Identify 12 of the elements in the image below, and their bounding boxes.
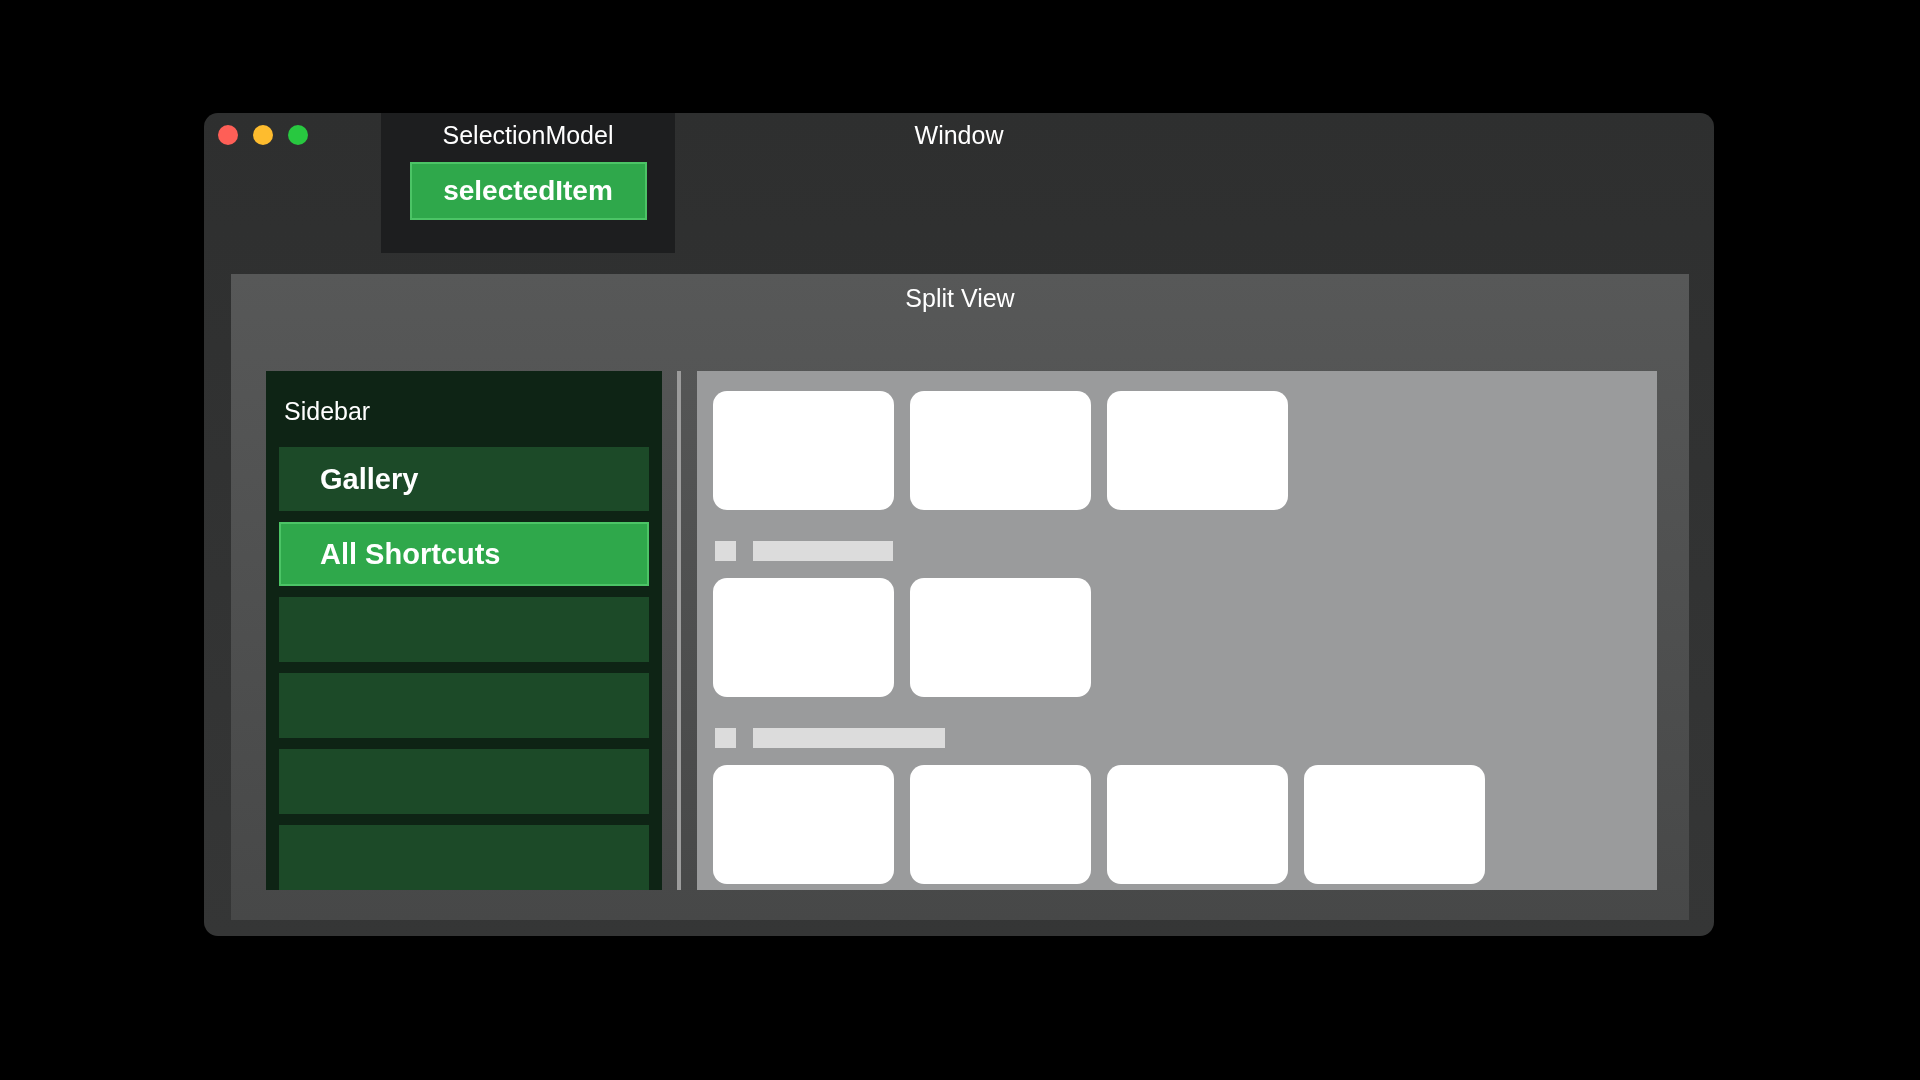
sidebar-item[interactable]: Gallery: [279, 447, 649, 511]
section-icon-placeholder: [715, 728, 736, 748]
panel-title: SelectionModel: [442, 121, 614, 150]
sidebar-item[interactable]: All Shortcuts: [279, 522, 649, 586]
sidebar-title: Sidebar: [283, 396, 372, 427]
zoom-icon[interactable]: [288, 125, 308, 145]
selected-item-button[interactable]: selectedItem: [409, 162, 647, 220]
split-view-title: Split View: [905, 284, 1015, 314]
window-title: Window: [914, 120, 1004, 150]
close-icon[interactable]: [218, 125, 238, 145]
minimize-icon[interactable]: [253, 125, 273, 145]
section-icon-placeholder: [715, 541, 736, 561]
